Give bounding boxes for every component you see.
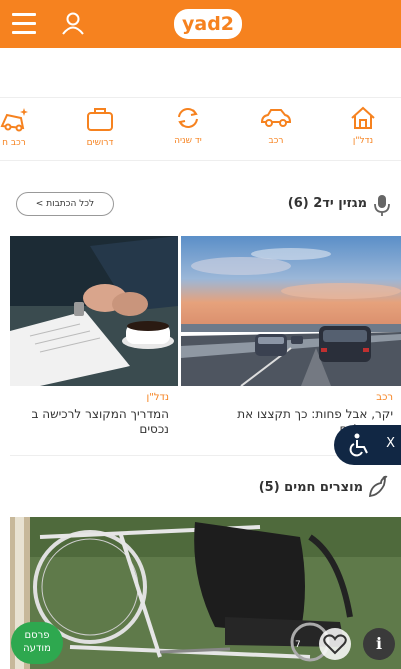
wheelchair-icon [349,433,368,457]
publish-ad-label-line1: פרסם [24,630,50,641]
home-icon [351,106,375,129]
vehicle-sparkle-icon [0,108,28,132]
heart-icon [323,634,347,655]
top-bar: yad2 [0,0,401,48]
category-strip: נדל"ן רכב יד שניה דרושים רכב ח [0,97,401,161]
category-cars[interactable]: רכב [246,106,306,146]
article-category: רכב [376,392,393,403]
microphone-icon [374,195,390,216]
article-image-realestate[interactable] [10,236,178,386]
article-image-car[interactable] [181,236,401,386]
magazine-section-title: מגזין יד2 (6) [287,196,367,211]
publish-ad-label-line2: מודעה [23,643,51,654]
image-count: 7 [295,640,301,650]
accessibility-close-icon[interactable]: X [386,436,395,451]
briefcase-icon [87,108,113,131]
category-secondhand[interactable]: יד שניה [158,106,218,146]
yad2-logo[interactable]: yad2 [174,9,242,39]
favorite-button[interactable] [319,628,351,660]
article-title-line1[interactable]: המדריך המקוצר לרכישה ב [0,407,169,422]
article-title-line1[interactable]: יקר, אבל פחות: כך תקצצו את [203,407,393,422]
accessibility-button[interactable]: X [334,425,401,465]
menu-icon[interactable] [12,13,36,35]
article-title-line2[interactable]: נכסים [0,422,169,437]
all-articles-button[interactable]: לכל הכתבות > [16,192,114,216]
section-divider [10,455,391,456]
hot-products-section-title: מוצרים חמים (5) [258,480,363,495]
category-commercial-vehicles[interactable]: רכב ח [0,106,44,148]
car-icon [260,109,292,127]
info-button[interactable]: i [363,628,395,660]
recycle-icon [178,108,198,128]
article-category: נדל"ן [146,392,169,403]
publish-ad-button[interactable]: פרסם מודעה [11,622,63,664]
chili-pepper-icon [369,475,388,498]
category-realestate[interactable]: נדל"ן [333,106,393,146]
user-icon[interactable] [60,10,86,36]
category-jobs[interactable]: דרושים [70,106,130,148]
